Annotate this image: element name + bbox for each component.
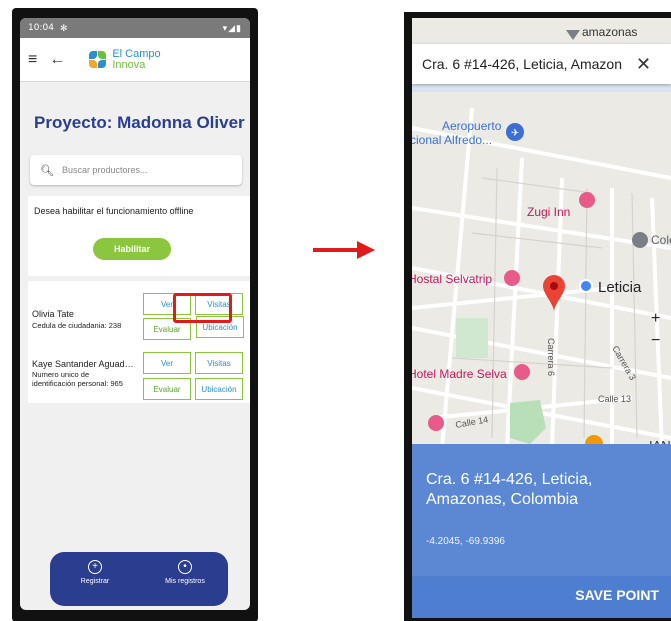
status-time: 10:04 [28,23,54,33]
settings-status-icon: ✻ [59,22,68,33]
search-input[interactable] [61,165,232,175]
svg-text:✈: ✈ [511,128,519,139]
map-label-hotel: Hotel Madre Selva [412,367,507,381]
logo-text-line2: Innova [112,58,146,71]
zoom-controls: + − [651,308,671,352]
back-arrow-icon[interactable]: ← [49,51,65,69]
nav-mis-registros[interactable]: • Mis registros [150,560,220,585]
map-label-colegio: Coleg [651,233,671,247]
phone-map-screen: ✈ Aeropuerto cional Alfredo... Zugi Inn … [404,12,671,621]
page-title: Proyecto: Madonna Oliver [34,113,245,132]
logo-leaf-icon [87,49,109,71]
producer-name: Olivia Tate [32,309,74,319]
app-logo: El Campo Innova [87,47,161,71]
bottom-navigation: + Registrar • Mis registros [50,552,228,606]
search-box[interactable]: 🔍︎ [30,155,242,185]
logo-text-line1: El Campo [112,47,161,60]
map-label-hostal: Hostal Selvatrip [412,272,492,286]
save-bar: SAVE POINT [412,576,671,618]
hotel3-pin-icon[interactable] [428,415,444,431]
zoom-in-icon[interactable]: + [651,308,671,330]
selected-address: Cra. 6 #14-426, Leticia, Amazonas, Colom… [426,471,593,508]
plus-circle-icon: + [88,560,102,574]
map-screen: ✈ Aeropuerto cional Alfredo... Zugi Inn … [412,18,671,618]
city-dot-icon [579,279,593,293]
map-label-zugi: Zugi Inn [527,205,570,219]
app-bar: ≡ ← El Campo Innova [20,38,250,82]
zoom-out-icon[interactable]: − [651,330,671,352]
school-pin-icon[interactable] [632,232,648,248]
location-info-panel: Cra. 6 #14-426, Leticia, Amazonas, Colom… [412,444,671,576]
list-item: Kaye Santander Aguada ... Numero unico d… [28,343,250,400]
offline-card: Desea habilitar el funcionamiento offlin… [28,196,250,276]
hotel2-pin-icon[interactable] [514,364,530,380]
map-label-aeropuerto: Aeropuerto [442,119,502,133]
coordinates: -4.2045, -69.9396 [426,536,505,547]
status-bar: 10:04 ✻ ▾◢▮ [20,18,250,38]
visitas-button[interactable]: Visitas [195,352,243,374]
nav-registrar[interactable]: + Registrar [60,560,130,585]
hotel-pin-icon[interactable] [579,192,595,208]
ver-button[interactable]: Ver [143,352,191,374]
offline-prompt: Desea habilitar el funcionamiento offlin… [34,206,194,216]
nav-registrar-label: Registrar [80,578,110,585]
menu-icon[interactable]: ≡ [28,51,37,69]
address-input[interactable] [422,56,622,72]
producer-id: Cedula de ciudadania: 238 [32,321,122,330]
producer-name: Kaye Santander Aguada ... [32,359,134,369]
map-label-calle13: Calle 13 [598,394,631,404]
producer-id: Numero unico de identificación personal:… [32,370,123,388]
close-icon[interactable]: ✕ [636,54,651,75]
nav-mis-registros-label: Mis registros [165,578,205,585]
search-icon: 🔍︎ [40,164,54,177]
signal-battery-icon: ▾◢▮ [222,22,242,33]
hostal-pin-icon[interactable] [504,270,520,286]
ubicacion-button[interactable]: Ubicación [195,378,243,400]
map-label-aeropuerto-2: cional Alfredo... [412,133,492,147]
arrow-head-icon [357,241,375,259]
map-label-amazonas: amazonas [582,25,637,39]
address-search-bar: ✕ [412,44,671,84]
enable-offline-button[interactable]: Habilitar [93,238,171,260]
map-label-carrera6: Carrera 6 [546,338,556,376]
arrow-shaft [313,248,361,252]
save-point-button[interactable]: SAVE POINT [575,587,659,603]
user-circle-icon: • [178,560,192,574]
map-label-leticia: Leticia [598,279,642,296]
evaluar-button[interactable]: Evaluar [143,378,191,400]
highlight-box [173,293,232,323]
